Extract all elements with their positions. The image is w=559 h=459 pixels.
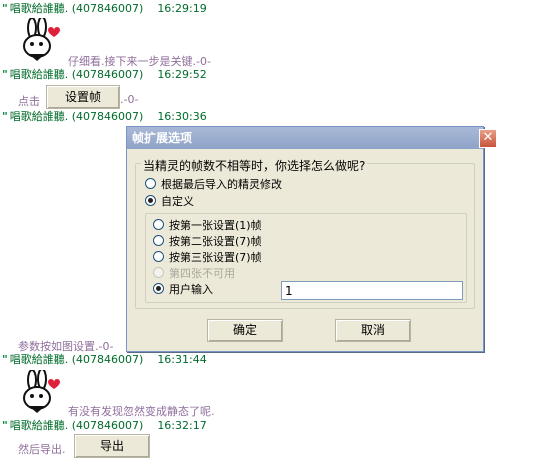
radio-second-icon xyxy=(153,235,164,246)
sender-icon: " xyxy=(2,68,8,81)
message-header: " 唱歌給誰聽. (407846007) 16:29:19 xyxy=(2,2,207,15)
radio-first-label: 按第一张设置(1)帧 xyxy=(169,219,262,232)
message-header: " 唱歌給誰聽. (407846007) 16:30:36 xyxy=(2,110,207,123)
sender-name: 唱歌給誰聽 xyxy=(9,419,65,432)
message-time: 16:29:52 xyxy=(157,68,207,81)
sender-qq: (407846007) xyxy=(71,419,144,432)
export-button-image: 导出 xyxy=(74,434,150,458)
message-time: 16:30:36 xyxy=(157,110,207,123)
radio-modify-label: 根据最后导入的精灵修改 xyxy=(161,178,282,191)
radio-custom-label: 自定义 xyxy=(161,195,194,208)
radio-third[interactable]: 按第三张设置(7)帧 xyxy=(153,251,262,265)
message-text: .-0- xyxy=(120,93,139,106)
message-time: 16:32:17 xyxy=(157,419,207,432)
bunny-avatar-icon xyxy=(18,16,62,62)
message-text: 然后导出. xyxy=(18,443,66,456)
radio-user-input-label: 用户输入 xyxy=(169,283,213,296)
radio-third-icon xyxy=(153,251,164,262)
radio-second-label: 按第二张设置(7)帧 xyxy=(169,235,262,248)
frame-count-input[interactable]: 1 xyxy=(281,281,463,300)
sender-qq: (407846007) xyxy=(71,110,144,123)
message-text: 点击 xyxy=(18,95,40,108)
radio-third-label: 按第三张设置(7)帧 xyxy=(169,251,262,264)
message-time: 16:29:19 xyxy=(157,2,207,15)
set-frame-button-image: 设置帧 xyxy=(46,85,120,109)
sender-name: 唱歌給誰聽 xyxy=(9,353,65,366)
radio-first[interactable]: 按第一张设置(1)帧 xyxy=(153,219,262,233)
dialog-title-bar: 帧扩展选项 ✕ xyxy=(127,127,497,149)
message-text: 有没有发现忽然变成静态了呢. xyxy=(68,405,215,418)
radio-fourth-icon xyxy=(153,267,164,278)
bunny-avatar-icon xyxy=(18,368,62,414)
question-label: 当精灵的帧数不相等时，你选择怎么做呢? xyxy=(141,157,368,174)
sender-name: 唱歌給誰聽 xyxy=(9,2,65,15)
ok-button[interactable]: 确定 xyxy=(207,319,283,342)
radio-second[interactable]: 按第二张设置(7)帧 xyxy=(153,235,262,249)
message-header: " 唱歌給誰聽. (407846007) 16:32:17 xyxy=(2,419,207,432)
sender-qq: (407846007) xyxy=(71,68,144,81)
radio-custom-icon xyxy=(145,195,156,206)
radio-user-input-icon xyxy=(153,283,164,294)
sender-icon: " xyxy=(2,2,8,15)
sender-icon: " xyxy=(2,353,8,366)
dialog-title: 帧扩展选项 xyxy=(132,131,193,145)
radio-modify-icon xyxy=(145,178,156,189)
close-icon[interactable]: ✕ xyxy=(479,129,497,148)
radio-fourth-label: 第四张不可用 xyxy=(169,267,235,280)
sender-name: 唱歌給誰聽 xyxy=(9,68,65,81)
sender-qq: (407846007) xyxy=(71,2,144,15)
radio-first-icon xyxy=(153,219,164,230)
radio-custom[interactable]: 自定义 xyxy=(145,195,194,209)
message-header: " 唱歌給誰聽. (407846007) 16:31:44 xyxy=(2,353,207,366)
radio-fourth: 第四张不可用 xyxy=(153,267,235,281)
message-time: 16:31:44 xyxy=(157,353,207,366)
message-text: 参数按如图设置.-0- xyxy=(18,340,114,353)
sender-name: 唱歌給誰聽 xyxy=(9,110,65,123)
message-text: 仔细看.接下来一步是关键.-0- xyxy=(68,55,211,68)
cancel-button[interactable]: 取消 xyxy=(335,319,411,342)
message-header: " 唱歌給誰聽. (407846007) 16:29:52 xyxy=(2,68,207,81)
sender-icon: " xyxy=(2,419,8,432)
sender-qq: (407846007) xyxy=(71,353,144,366)
sender-icon: " xyxy=(2,110,8,123)
radio-user-input[interactable]: 用户输入 xyxy=(153,283,213,297)
frame-extend-dialog: 帧扩展选项 ✕ 当精灵的帧数不相等时，你选择怎么做呢? 根据最后导入的精灵修改 … xyxy=(126,126,497,352)
radio-modify[interactable]: 根据最后导入的精灵修改 xyxy=(145,178,282,192)
